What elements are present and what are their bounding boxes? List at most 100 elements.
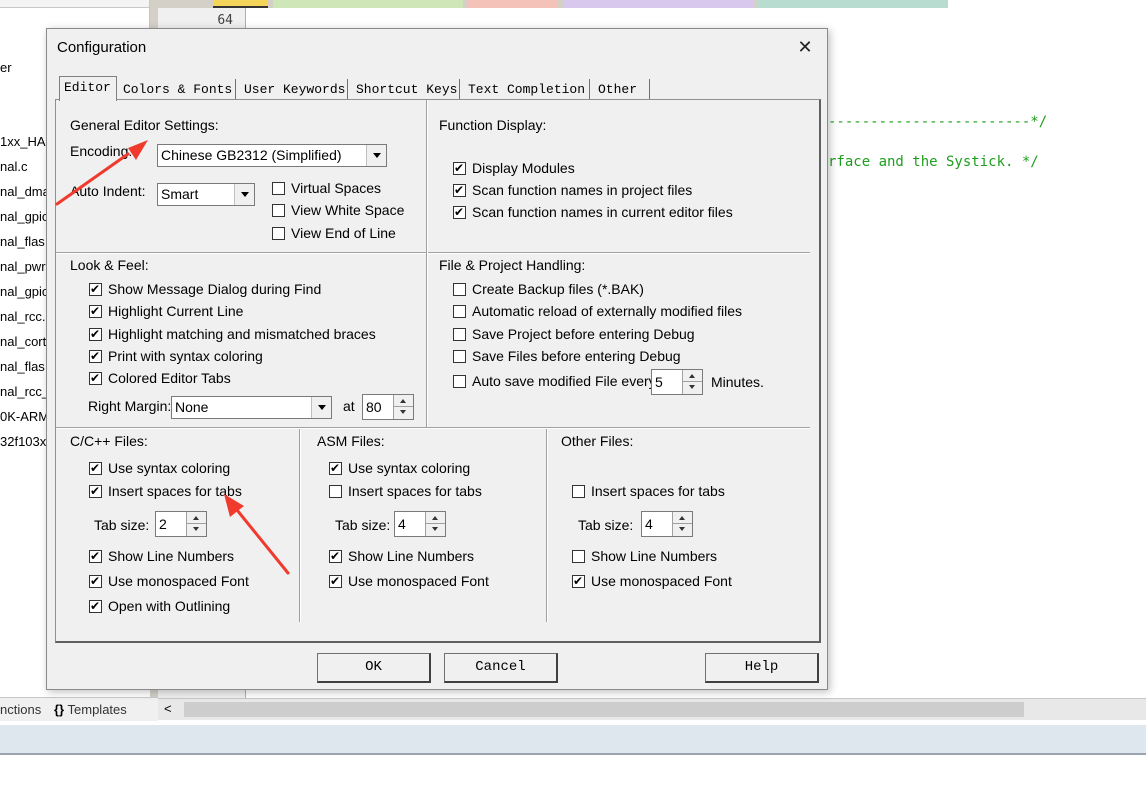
stepper-down-icon[interactable] [426, 524, 445, 536]
checkbox-box[interactable] [453, 204, 466, 220]
stepper-up-icon[interactable] [683, 370, 702, 382]
view-end-of-line-checkbox[interactable]: View End of Line [272, 225, 396, 241]
cpp-syntax-checkbox[interactable]: Use syntax coloring [89, 460, 230, 476]
checkbox-box[interactable] [453, 374, 466, 388]
checkbox-box[interactable] [453, 327, 466, 341]
checkbox-box[interactable] [89, 370, 102, 386]
functions-tab[interactable]: nctions [0, 702, 41, 717]
checkbox-box[interactable] [272, 226, 285, 240]
colored-tabs-checkbox[interactable]: Colored Editor Tabs [89, 370, 231, 386]
editor-tab[interactable] [758, 0, 948, 8]
scroll-thumb[interactable] [184, 702, 1024, 717]
editor-tab[interactable] [563, 0, 753, 8]
checkbox-box[interactable] [329, 548, 342, 564]
tab-user-keywords[interactable]: User Keywords [240, 79, 348, 100]
scroll-left-icon[interactable]: < [164, 701, 172, 716]
auto-indent-select[interactable]: Smart [157, 183, 255, 206]
cpp-line-numbers-checkbox[interactable]: Show Line Numbers [89, 548, 234, 564]
tab-shortcut-keys[interactable]: Shortcut Keys [352, 79, 460, 100]
other-insert-spaces-checkbox[interactable]: Insert spaces for tabs [572, 483, 725, 499]
auto-save-checkbox[interactable]: Auto save modified File every [453, 373, 656, 389]
highlight-line-checkbox[interactable]: Highlight Current Line [89, 303, 243, 319]
checkbox-box[interactable] [453, 182, 466, 198]
stepper-up-icon[interactable] [426, 512, 445, 524]
right-margin-select[interactable]: None [171, 396, 332, 419]
scan-editor-checkbox[interactable]: Scan function names in current editor fi… [453, 204, 733, 220]
checkbox-box[interactable] [272, 181, 285, 195]
help-button[interactable]: Help [705, 653, 819, 683]
checkbox-box[interactable] [89, 548, 102, 564]
checkbox-box[interactable] [89, 483, 102, 499]
editor-tab[interactable] [273, 0, 463, 8]
checkbox-box[interactable] [89, 281, 102, 297]
show-message-checkbox[interactable]: Show Message Dialog during Find [89, 281, 321, 297]
ok-button[interactable]: OK [317, 653, 431, 683]
file-item[interactable]: nal_cort [0, 334, 46, 349]
create-backup-checkbox[interactable]: Create Backup files (*.BAK) [453, 281, 644, 297]
checkbox-box[interactable] [453, 304, 466, 318]
stepper-down-icon[interactable] [683, 382, 702, 394]
highlight-braces-checkbox[interactable]: Highlight matching and mismatched braces [89, 326, 376, 342]
file-item[interactable]: nal_dma [0, 184, 50, 199]
file-item[interactable]: nal_flas [0, 359, 45, 374]
asm-line-numbers-checkbox[interactable]: Show Line Numbers [329, 548, 474, 564]
cancel-button[interactable]: Cancel [444, 653, 558, 683]
editor-tab[interactable] [468, 0, 558, 8]
checkbox-box[interactable] [89, 303, 102, 319]
chevron-down-icon[interactable] [366, 145, 386, 166]
cpp-outlining-checkbox[interactable]: Open with Outlining [89, 598, 230, 614]
file-item[interactable]: nal_flas [0, 234, 45, 249]
close-icon[interactable]: ✕ [793, 35, 817, 59]
file-item[interactable]: nal_rcc. [0, 309, 46, 324]
checkbox-box[interactable] [453, 349, 466, 363]
checkbox-box[interactable] [572, 549, 585, 563]
file-item[interactable]: er [0, 60, 12, 75]
file-item[interactable]: 0K-ARM [0, 409, 49, 424]
checkbox-box[interactable] [89, 348, 102, 364]
view-white-space-checkbox[interactable]: View White Space [272, 202, 404, 218]
file-item[interactable]: nal.c [0, 159, 27, 174]
chevron-down-icon[interactable] [311, 397, 331, 418]
checkbox-box[interactable] [572, 484, 585, 498]
stepper-down-icon[interactable] [394, 407, 413, 419]
save-project-checkbox[interactable]: Save Project before entering Debug [453, 326, 695, 342]
auto-save-stepper[interactable]: 5 [651, 369, 703, 395]
stepper-up-icon[interactable] [394, 395, 413, 407]
asm-syntax-checkbox[interactable]: Use syntax coloring [329, 460, 470, 476]
stepper-down-icon[interactable] [673, 524, 692, 536]
auto-reload-checkbox[interactable]: Automatic reload of externally modified … [453, 303, 742, 319]
horizontal-scrollbar[interactable]: < [158, 698, 1146, 720]
tab-colors-fonts[interactable]: Colors & Fonts [119, 79, 236, 100]
chevron-down-icon[interactable] [234, 184, 254, 205]
cpp-monospaced-checkbox[interactable]: Use monospaced Font [89, 573, 249, 589]
virtual-spaces-checkbox[interactable]: Virtual Spaces [272, 180, 381, 196]
asm-monospaced-checkbox[interactable]: Use monospaced Font [329, 573, 489, 589]
tab-other[interactable]: Other [594, 79, 650, 100]
checkbox-box[interactable] [89, 326, 102, 342]
file-item[interactable]: nal_gpio [0, 284, 49, 299]
other-tab-size-stepper[interactable]: 4 [641, 511, 693, 537]
asm-insert-spaces-checkbox[interactable]: Insert spaces for tabs [329, 483, 482, 499]
stepper-down-icon[interactable] [187, 524, 206, 536]
checkbox-box[interactable] [329, 573, 342, 589]
checkbox-box[interactable] [329, 484, 342, 498]
checkbox-box[interactable] [572, 573, 585, 589]
other-line-numbers-checkbox[interactable]: Show Line Numbers [572, 548, 717, 564]
stepper-up-icon[interactable] [187, 512, 206, 524]
right-margin-stepper[interactable]: 80 [362, 394, 414, 420]
checkbox-box[interactable] [89, 598, 102, 614]
templates-tab[interactable]: {} Templates [54, 702, 127, 717]
checkbox-box[interactable] [329, 460, 342, 476]
editor-tab[interactable] [213, 0, 268, 8]
encoding-select[interactable]: Chinese GB2312 (Simplified) [157, 144, 387, 167]
file-item[interactable]: 1xx_HA [0, 134, 46, 149]
save-files-checkbox[interactable]: Save Files before entering Debug [453, 348, 681, 364]
other-monospaced-checkbox[interactable]: Use monospaced Font [572, 573, 732, 589]
cpp-insert-spaces-checkbox[interactable]: Insert spaces for tabs [89, 483, 242, 499]
file-item[interactable]: nal_pwr [0, 259, 46, 274]
tab-text-completion[interactable]: Text Completion [464, 79, 590, 100]
checkbox-box[interactable] [272, 203, 285, 217]
display-modules-checkbox[interactable]: Display Modules [453, 160, 575, 176]
checkbox-box[interactable] [453, 282, 466, 296]
file-item[interactable]: nal_gpio [0, 209, 49, 224]
